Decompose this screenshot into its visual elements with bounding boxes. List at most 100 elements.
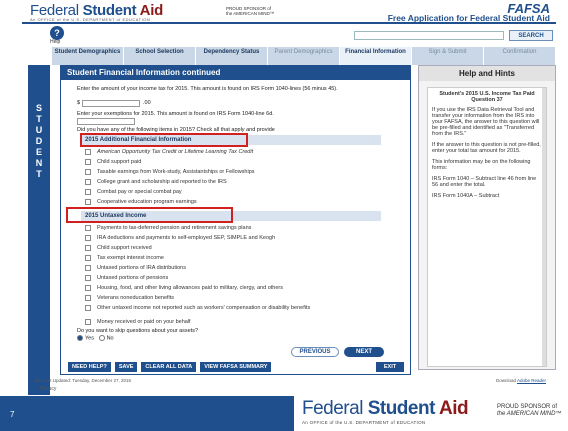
skip-assets-question: Do you want to skip questions about your… xyxy=(77,328,199,334)
checkbox[interactable] xyxy=(85,189,91,195)
action-button-3[interactable]: VIEW FAFSA SUMMARY xyxy=(200,362,272,372)
checkbox-row: IRA deductions and payments to self-empl… xyxy=(85,235,395,241)
checkbox[interactable] xyxy=(85,199,91,205)
next-button[interactable]: NEXT xyxy=(344,347,384,357)
bottom-logo-subtitle: An OFFICE of the U.S. DEPARTMENT of EDUC… xyxy=(302,420,426,425)
search-input[interactable] xyxy=(354,31,504,40)
side-letter: N xyxy=(35,158,43,168)
checkbox-label: Combat pay or special combat pay xyxy=(97,189,182,195)
checkbox-label: Money received or paid on your behalf xyxy=(97,319,191,325)
checkbox[interactable] xyxy=(85,159,91,165)
checkbox-label: Untaxed portions of IRA distributions xyxy=(97,265,186,271)
bottom-fsa-logo: Federal Student Aid An OFFICE of the U.S… xyxy=(294,396,568,431)
adobe-reader-link[interactable]: Adobe Reader xyxy=(517,378,546,383)
site-footer: Site Last Updated: Tuesday, December 27,… xyxy=(22,376,556,394)
help-label[interactable]: Help xyxy=(50,39,60,45)
checkbox-label: Taxable earnings from Work-study, Assist… xyxy=(97,169,255,175)
exemptions-field[interactable] xyxy=(77,118,135,125)
checkbox-label: Child support received xyxy=(97,245,152,251)
checkbox[interactable] xyxy=(85,295,91,301)
exit-button[interactable]: EXIT xyxy=(376,362,404,372)
checkbox[interactable] xyxy=(85,265,91,271)
checkbox-label: IRA deductions and payments to self-empl… xyxy=(97,235,276,241)
tab-4[interactable]: Financial Information xyxy=(340,47,412,65)
checkbox[interactable] xyxy=(85,169,91,175)
action-button-1[interactable]: SAVE xyxy=(114,362,138,372)
hint-paragraph: IRS Form 1040 – Subtract line 46 from li… xyxy=(432,176,537,188)
checkbox-row: Tax exempt interest income xyxy=(85,255,395,261)
checkbox-row: Other untaxed income not reported such a… xyxy=(85,305,395,311)
checkbox-row: Child support paid xyxy=(85,159,395,165)
hint-heading: Student's 2015 U.S. Income Tax Paid Ques… xyxy=(439,91,535,103)
tab-0[interactable]: Student Demographics xyxy=(52,47,124,65)
checkbox[interactable] xyxy=(85,285,91,291)
form-title: Student Financial Information continued xyxy=(61,66,410,80)
tab-5[interactable]: Sign & Submit xyxy=(412,47,484,65)
download-reader: Download Adobe Reader xyxy=(495,378,546,383)
main-form-panel: Student Financial Information continued … xyxy=(60,65,411,375)
tab-1[interactable]: School Selection xyxy=(124,47,196,65)
checkbox-row: Taxable earnings from Work-study, Assist… xyxy=(85,169,395,175)
side-letter: T xyxy=(36,114,42,124)
yes-radio[interactable] xyxy=(77,335,83,341)
previous-button[interactable]: PREVIOUS xyxy=(291,347,339,357)
hint-paragraph: If you use the IRS Data Retrieval Tool a… xyxy=(432,107,540,137)
no-radio[interactable] xyxy=(98,335,105,341)
bottom-sponsor-text: PROUD SPONSOR of the AMERICAN MIND™ xyxy=(497,404,562,417)
slide-number: 7 xyxy=(10,410,15,419)
checkbox-row: Money received or paid on your behalf xyxy=(85,319,395,325)
bottom-logo-text: Federal Student Aid xyxy=(302,398,469,419)
checkbox[interactable] xyxy=(85,225,91,231)
checkbox-row: Payments to tax-deferred pension and ret… xyxy=(85,225,395,231)
help-hints-panel: Help and Hints Student's 2015 U.S. Incom… xyxy=(418,65,556,370)
side-letter: D xyxy=(35,136,43,146)
sponsor-text: PROUD SPONSOR of the AMERICAN MIND™ xyxy=(226,6,275,16)
currency-symbol: $ xyxy=(77,100,81,106)
slide-page: Federal Student Aid An OFFICE of the U.S… xyxy=(0,0,568,431)
tab-6[interactable]: Confirmation xyxy=(484,47,556,65)
checkbox-label: Cooperative education program earnings xyxy=(97,199,197,205)
hints-title: Help and Hints xyxy=(419,66,555,81)
checkbox-label: American Opportunity Tax Credit or Lifet… xyxy=(97,149,254,155)
side-letter: E xyxy=(35,147,42,157)
income-tax-field[interactable] xyxy=(82,100,140,107)
hint-paragraph: This information may be on the following… xyxy=(432,159,531,171)
checkbox-row: Untaxed portions of IRA distributions xyxy=(85,265,395,271)
checkbox-row: Untaxed portions of pensions xyxy=(85,275,395,281)
checkbox[interactable] xyxy=(85,179,91,185)
side-letter: S xyxy=(35,103,42,113)
highlight-box-additional xyxy=(80,133,248,147)
logo-subtitle: An OFFICE of the U.S. DEPARTMENT of EDUC… xyxy=(30,17,151,22)
checkbox-label: College grant and scholarship aid report… xyxy=(97,179,227,185)
side-letter: U xyxy=(35,125,43,135)
progress-tabs: Student Demographics School Selection Depe… xyxy=(52,47,556,65)
checkbox[interactable] xyxy=(85,149,91,155)
tab-2[interactable]: Dependency Status xyxy=(196,47,268,65)
help-icon[interactable]: ? xyxy=(50,26,64,40)
checkbox-label: Untaxed portions of pensions xyxy=(97,275,169,281)
checkbox[interactable] xyxy=(85,245,91,251)
checkbox-label: Payments to tax-deferred pension and ret… xyxy=(97,225,252,231)
hint-paragraph: IRS Form 1040A – Subtract xyxy=(432,193,500,199)
student-vertical-bar: STUDENT xyxy=(28,65,50,395)
privacy-link[interactable]: Privacy xyxy=(40,386,56,392)
cents-suffix: .00 xyxy=(143,100,151,106)
action-button-2[interactable]: CLEAR ALL DATA xyxy=(141,362,197,372)
checkbox-row: Housing, food, and other living allowanc… xyxy=(85,285,395,291)
fafsa-subtitle: Free Application for Federal Student Aid xyxy=(387,13,550,23)
checkbox-row: College grant and scholarship aid report… xyxy=(85,179,395,185)
checkbox[interactable] xyxy=(85,319,91,325)
tab-3[interactable]: Parent Demographics xyxy=(268,47,340,65)
checkbox[interactable] xyxy=(85,305,91,311)
hint-paragraph: If the answer to this question is not pr… xyxy=(432,142,541,154)
action-button-0[interactable]: NEED HELP? xyxy=(68,362,111,372)
hints-scrollbar[interactable] xyxy=(542,88,546,366)
checkbox[interactable] xyxy=(85,255,91,261)
checkbox[interactable] xyxy=(85,235,91,241)
checkbox-row: American Opportunity Tax Credit or Lifet… xyxy=(85,149,395,155)
highlight-box-untaxed xyxy=(66,207,233,223)
checkbox[interactable] xyxy=(85,275,91,281)
skip-assets-radios: Yes No xyxy=(77,335,114,341)
hints-body: Student's 2015 U.S. Income Tax Paid Ques… xyxy=(427,87,547,367)
search-button[interactable]: SEARCH xyxy=(509,30,553,41)
